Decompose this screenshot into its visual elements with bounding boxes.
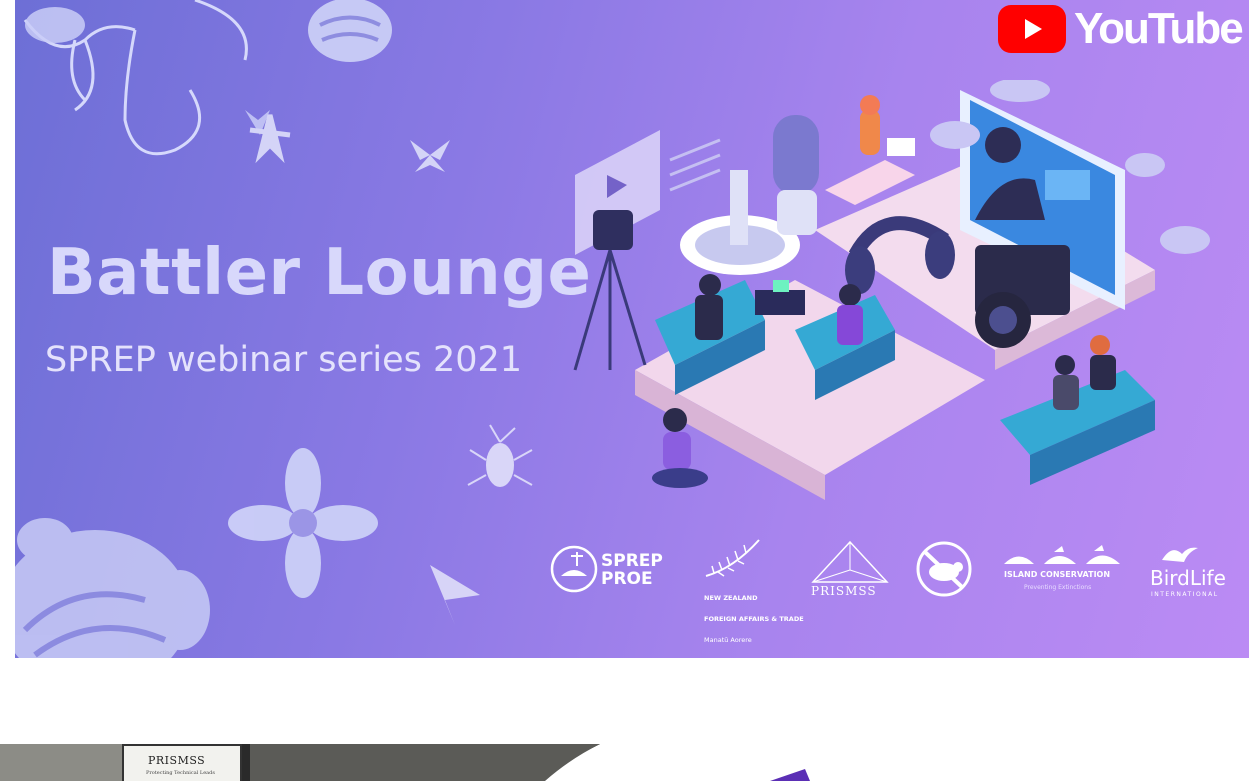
dragonfly-decoration-icon [249, 114, 291, 164]
leaf-decoration-icon [430, 565, 480, 625]
nz-mfat-logo: NEW ZEALAND FOREIGN AFFAIRS & TRADE Mana… [704, 538, 804, 644]
prismss-sign: PRISMSS Protecting Technical Leads [122, 744, 242, 781]
island-birds-icon [1004, 545, 1120, 564]
island-conservation-tagline: Preventing Extinctions [1024, 584, 1092, 591]
bug-decoration-icon [467, 424, 533, 487]
sprep-line2: PROE [601, 569, 653, 589]
sign-title: PRISMSS [148, 754, 206, 767]
nz-line2: FOREIGN AFFAIRS & TRADE [704, 615, 804, 623]
studio-illustration [573, 80, 1210, 500]
birdlife-logo: BirdLife INTERNATIONAL [1150, 542, 1235, 602]
prismss-label: PRISMSS [811, 584, 877, 598]
youtube-wordmark: YouTube [1074, 4, 1244, 53]
birdlife-sub: INTERNATIONAL [1151, 591, 1219, 598]
ladybug-decoration-icon [308, 0, 392, 62]
bird-icon [1162, 547, 1198, 562]
nz-line1: NEW ZEALAND [704, 594, 758, 602]
island-conservation-logo: ISLAND CONSERVATION Preventing Extinctio… [1004, 544, 1124, 599]
banner-subtitle: SPREP webinar series 2021 [45, 340, 523, 380]
no-rat-icon [916, 541, 972, 597]
banner-title: Battler Lounge [47, 236, 592, 310]
moth-decoration-icon [410, 140, 450, 172]
no-rat-logo [915, 540, 973, 598]
island-conservation-title: ISLAND CONSERVATION [1004, 570, 1111, 579]
flower-decoration-icon [228, 448, 378, 598]
birdlife-name: BirdLife [1150, 566, 1226, 590]
partner-logos: SPREP PROE NEW ZEALAND FOREIGN AFFAIRS &… [549, 538, 1239, 644]
sprep-emblem-icon [550, 545, 598, 593]
prismss-logo: PRISMSS [811, 540, 891, 600]
fern-icon [705, 539, 760, 577]
sprep-line1: SPREP [601, 551, 663, 571]
youtube-link[interactable]: YouTube [998, 4, 1244, 54]
sign-subtitle: Protecting Technical Leads [146, 770, 215, 776]
prism-triangle-icon [811, 540, 889, 583]
webinar-banner: Battler Lounge SPREP webinar series 2021… [15, 0, 1249, 658]
turtle-decoration-icon [15, 518, 210, 658]
nz-line3: Manatū Aorere [704, 636, 752, 644]
youtube-play-icon [998, 5, 1066, 53]
event-photo: PRISMSS Protecting Technical Leads [0, 744, 1249, 781]
sprep-logo: SPREP PROE [549, 540, 663, 595]
